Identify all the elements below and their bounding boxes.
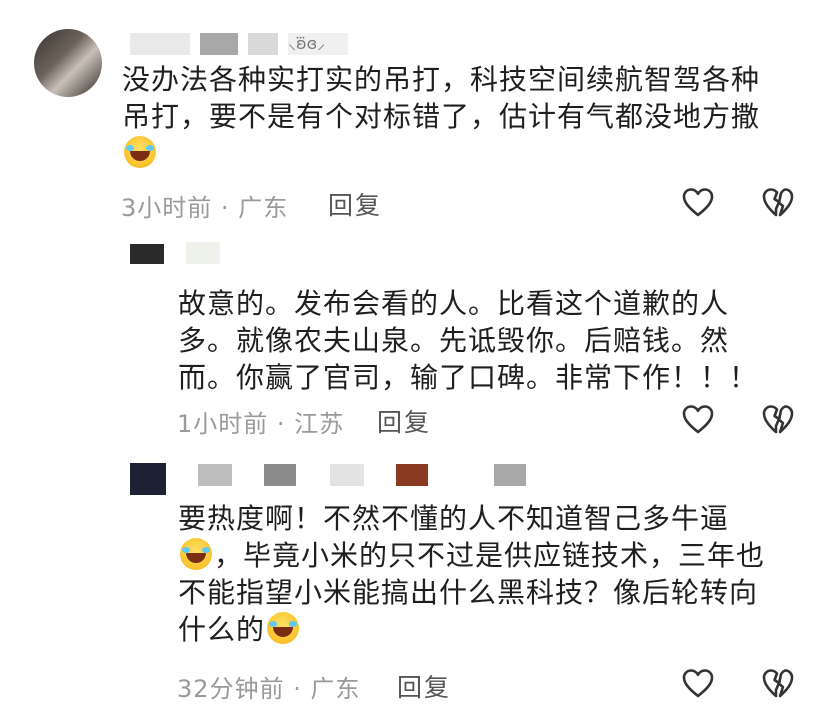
comment-meta: 3小时前 · 广东: [121, 188, 288, 223]
avatar[interactable]: [34, 29, 102, 97]
broken-heart-icon[interactable]: [761, 667, 795, 699]
comment-text: 故意的。发布会看的人。比看这个道歉的人 多。就像农夫山泉。先诋毁你。后赔钱。然 …: [178, 287, 759, 394]
comment-text: 没办法各种实打实的吊打，科技空间续航智驾各种 吊打，要不是有个对标错了，估计有气…: [122, 61, 802, 172]
heart-outline-icon[interactable]: [681, 403, 715, 435]
username-redacted[interactable]: [198, 464, 538, 486]
avatar[interactable]: [130, 244, 164, 264]
heart-outline-icon[interactable]: [681, 667, 715, 699]
location: 广东: [238, 194, 289, 222]
username-redacted[interactable]: [186, 242, 246, 264]
timestamp: 1小时前: [177, 410, 269, 438]
reply-button[interactable]: 回复: [397, 668, 451, 704]
username-suffix: ⸜ʚ⃛ɞ⸝: [288, 33, 348, 55]
comment-text: 要热度啊！不然不懂的人不知道智己多牛逼 ，毕竟小米的只不过是供应链技术，三年也 …: [178, 502, 766, 646]
laughing-crying-emoji-icon: [124, 136, 156, 168]
laughing-crying-emoji-icon: [267, 612, 300, 644]
separator: ·: [293, 675, 302, 703]
reply-button[interactable]: 回复: [377, 403, 431, 439]
avatar[interactable]: [130, 463, 166, 495]
heart-outline-icon[interactable]: [681, 186, 715, 218]
username-redacted[interactable]: ⸜ʚ⃛ɞ⸝: [130, 33, 390, 55]
laughing-crying-emoji-icon: [180, 538, 212, 570]
timestamp: 32分钟前: [177, 675, 285, 703]
timestamp: 3小时前: [121, 194, 213, 222]
broken-heart-icon[interactable]: [761, 403, 795, 435]
separator: ·: [276, 410, 286, 438]
location: 广东: [310, 675, 361, 703]
separator: ·: [220, 194, 230, 222]
comment-meta: 1小时前 · 江苏: [177, 404, 344, 439]
broken-heart-icon[interactable]: [761, 186, 795, 218]
location: 江苏: [294, 410, 345, 438]
reply-button[interactable]: 回复: [328, 186, 382, 222]
comment-meta: 32分钟前 · 广东: [177, 669, 360, 704]
